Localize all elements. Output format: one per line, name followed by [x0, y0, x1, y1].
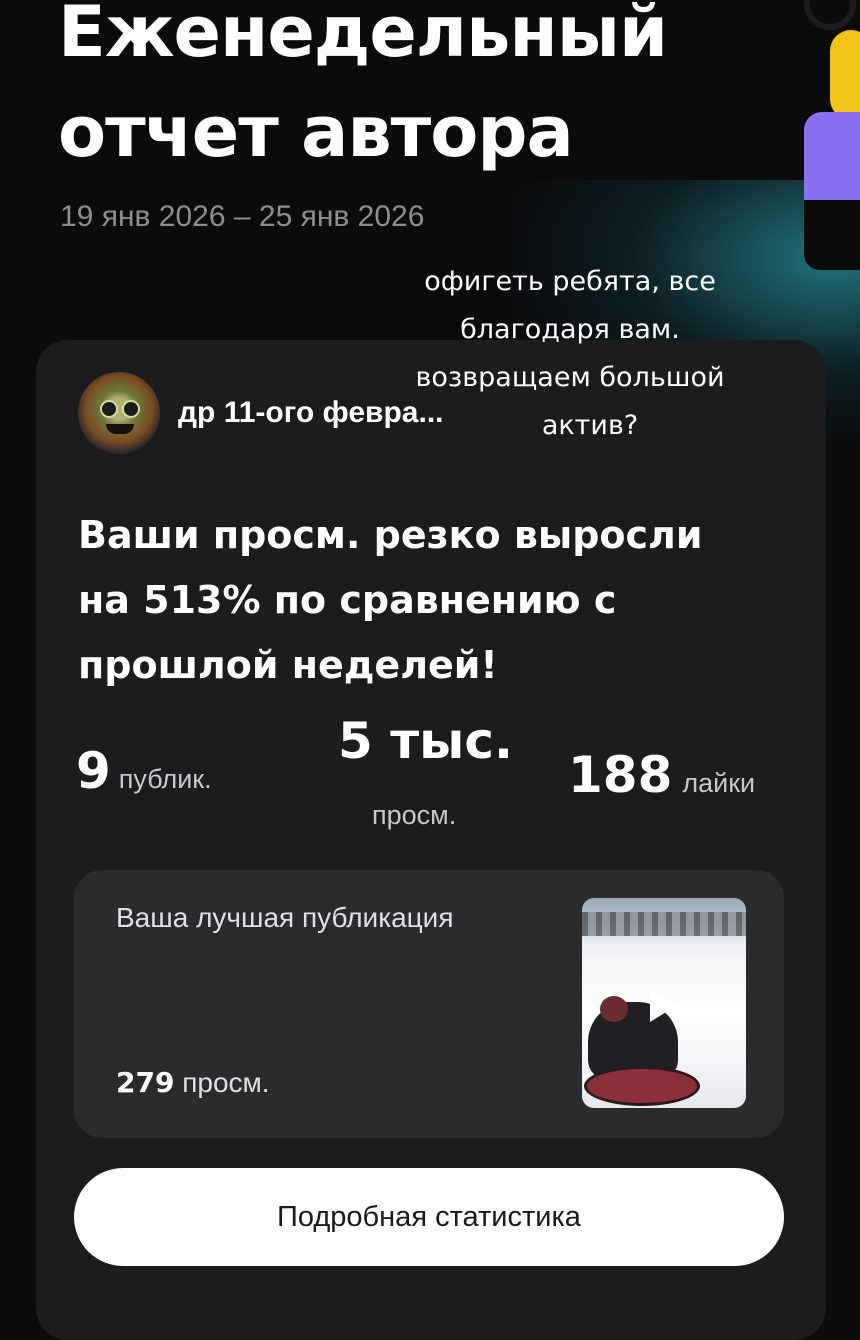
publications-count: 9: [76, 742, 111, 800]
views-count: 5 тыс.: [338, 712, 514, 770]
date-range: 19 янв 2026 – 25 янв 2026: [60, 200, 425, 233]
report-title: Еженедельный отчет автора: [58, 0, 818, 182]
avatar-mouth: [106, 424, 134, 434]
growth-headline-line1: Ваши просм. резко выросли: [78, 513, 703, 557]
stat-publications: 9 публик.: [76, 742, 212, 800]
overlay-caption-line4: актив?: [541, 410, 639, 441]
likes-count: 188: [568, 746, 673, 804]
best-post-views-label: просм.: [182, 1067, 270, 1098]
stat-likes: 188 лайки: [568, 746, 755, 804]
decorative-yellow-shape: [830, 30, 860, 120]
report-title-line1: Еженедельный: [58, 0, 668, 73]
growth-headline-line3: прошлой неделей!: [78, 643, 498, 687]
thumbnail-head: [600, 996, 628, 1022]
thumbnail-tube: [584, 1066, 700, 1106]
thumbnail-trees: [582, 912, 746, 936]
best-post-thumbnail[interactable]: [582, 898, 746, 1108]
decorative-dark-shape: [804, 200, 860, 270]
detailed-stats-button[interactable]: Подробная статистика: [74, 1168, 784, 1266]
report-title-line2: отчет автора: [58, 91, 574, 173]
best-post-views-count: 279: [116, 1066, 175, 1099]
avatar-eye-left: [100, 400, 118, 418]
overlay-caption-line2: благодаря вам.: [460, 314, 680, 345]
likes-label: лайки: [682, 768, 756, 798]
overlay-caption-line1: офигеть ребята, все: [424, 266, 716, 297]
best-post-views: 279 просм.: [116, 1066, 270, 1099]
views-label: просм.: [372, 800, 457, 830]
growth-headline-line2: на 513% по сравнению с: [78, 578, 617, 622]
play-icon[interactable]: [650, 990, 676, 1022]
overlay-caption-line3: возвращаем большой: [415, 362, 725, 393]
avatar[interactable]: [78, 372, 160, 454]
publications-label: публик.: [118, 764, 212, 794]
overlay-caption: офигеть ребята, все благодаря вам. возвр…: [370, 258, 770, 450]
best-post-label: Ваша лучшая публикация: [116, 902, 454, 933]
growth-headline: Ваши просм. резко выросли на 513% по сра…: [78, 503, 798, 698]
avatar-eye-right: [122, 400, 140, 418]
